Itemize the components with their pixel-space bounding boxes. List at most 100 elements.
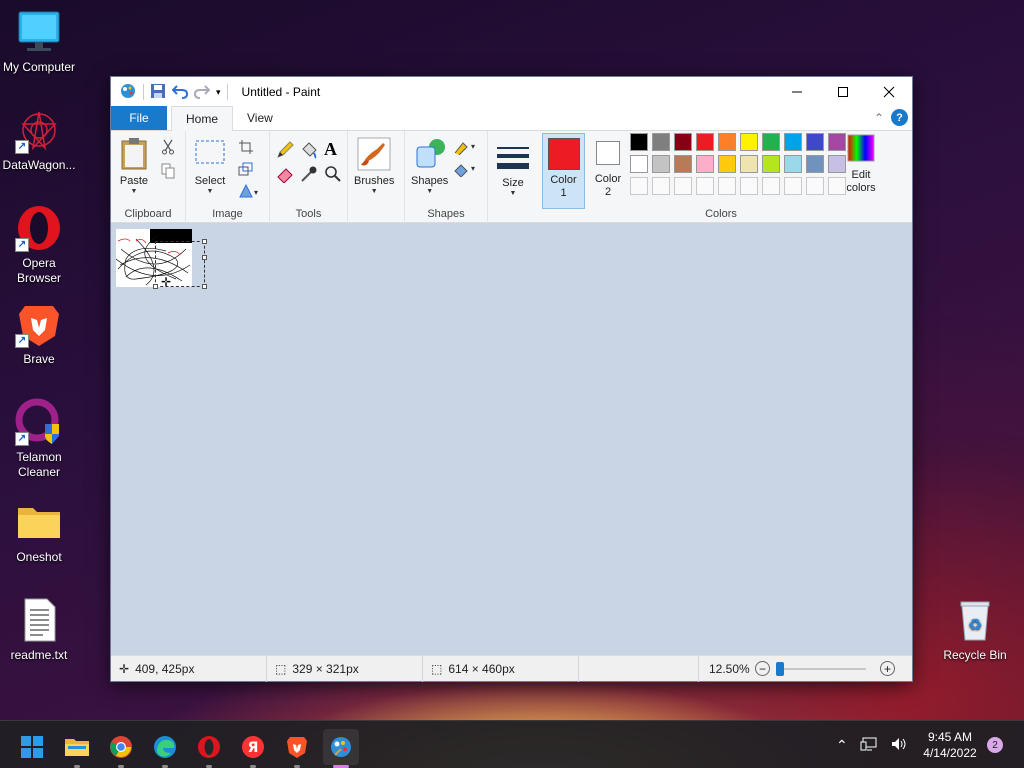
brushes-button[interactable]: Brushes ▼ [354, 137, 394, 196]
color2-button[interactable]: Color 2 [588, 133, 628, 209]
zoom-out-button[interactable]: − [755, 661, 770, 676]
collapse-ribbon-icon[interactable]: ⌃ [874, 111, 884, 125]
palette-swatch[interactable] [784, 155, 802, 173]
desktop-icon-telamon-cleaner[interactable]: ↗ Telamon Cleaner [0, 398, 78, 480]
shortcut-arrow-icon: ↗ [15, 334, 29, 348]
palette-swatch[interactable] [718, 133, 736, 151]
palette-swatch[interactable] [784, 133, 802, 151]
palette-swatch[interactable] [806, 133, 824, 151]
cursor-position-text: 409, 425px [135, 661, 195, 676]
shapes-button[interactable]: Shapes ▼ [411, 137, 448, 196]
palette-swatch[interactable] [674, 155, 692, 173]
fill-icon[interactable]: ▾ [453, 161, 479, 180]
zoom-slider-thumb[interactable] [776, 661, 784, 676]
taskbar-chrome[interactable] [103, 729, 139, 768]
palette-swatch[interactable] [630, 133, 648, 151]
palette-swatch[interactable] [696, 133, 714, 151]
taskbar-yandex[interactable]: Я [235, 729, 271, 768]
taskbar-brave[interactable] [279, 729, 315, 768]
palette-swatch[interactable] [696, 155, 714, 173]
desktop-icon-opera[interactable]: ↗ Opera Browser [0, 204, 78, 286]
palette-custom-slot[interactable] [630, 177, 648, 195]
palette-swatch[interactable] [806, 155, 824, 173]
start-button[interactable] [14, 729, 50, 765]
size-button[interactable]: Size ▼ [496, 145, 530, 198]
edit-colors-line1: Edit [851, 169, 871, 181]
show-hidden-icons-chevron-icon[interactable]: ⌃ [836, 737, 848, 754]
pencil-icon[interactable] [276, 141, 294, 162]
maximize-button[interactable] [820, 77, 866, 107]
cut-icon[interactable] [161, 139, 175, 158]
palette-swatch[interactable] [740, 133, 758, 151]
copy-icon[interactable] [161, 163, 175, 182]
redo-icon[interactable] [193, 83, 211, 102]
palette-swatch[interactable] [652, 155, 670, 173]
palette-custom-slot[interactable] [674, 177, 692, 195]
desktop-icon-my-computer[interactable]: My Computer [0, 8, 78, 75]
palette-swatch[interactable] [762, 155, 780, 173]
tab-home[interactable]: Home [171, 106, 234, 131]
magnifier-icon[interactable] [324, 165, 342, 186]
desktop-icon-label: Telamon Cleaner [16, 450, 62, 479]
color-picker-icon[interactable] [300, 165, 318, 186]
palette-swatch[interactable] [740, 155, 758, 173]
desktop-icon-recycle-bin[interactable]: ♻ Recycle Bin [936, 596, 1014, 663]
crop-icon[interactable] [238, 139, 254, 158]
canvas-area[interactable]: ✛ [111, 223, 912, 655]
fill-bucket-icon[interactable] [300, 141, 318, 162]
text-tool-icon[interactable]: A [324, 139, 337, 160]
undo-icon[interactable] [171, 83, 189, 102]
help-icon[interactable]: ? [891, 109, 908, 126]
palette-swatch[interactable] [828, 155, 846, 173]
paint-app-icon[interactable] [119, 82, 137, 103]
taskbar-opera[interactable] [191, 729, 227, 768]
tab-view[interactable]: View [233, 106, 287, 130]
save-icon[interactable] [150, 83, 166, 102]
palette-swatch[interactable] [674, 133, 692, 151]
resize-icon[interactable] [238, 161, 254, 180]
palette-swatch[interactable] [718, 155, 736, 173]
palette-custom-slot[interactable] [784, 177, 802, 195]
taskbar-paint[interactable] [323, 729, 359, 768]
desktop-icon-datawagon[interactable]: ↗ DataWagon... [0, 106, 78, 173]
desktop-icon-brave[interactable]: ↗ Brave [0, 300, 78, 367]
palette-swatch[interactable] [762, 133, 780, 151]
tab-file[interactable]: File [111, 106, 167, 130]
desktop-icon-oneshot[interactable]: Oneshot [0, 498, 78, 565]
zoom-slider[interactable] [776, 661, 866, 676]
zoom-in-button[interactable]: + [880, 661, 895, 676]
desktop-icon-readme[interactable]: readme.txt [0, 596, 78, 663]
palette-custom-slot[interactable] [718, 177, 736, 195]
customize-quick-access-icon[interactable]: ▾ [216, 87, 221, 98]
minimize-button[interactable] [774, 77, 820, 107]
palette-swatch[interactable] [630, 155, 648, 173]
select-button[interactable]: Select ▼ [194, 137, 226, 196]
palette-custom-slot[interactable] [806, 177, 824, 195]
canvas-resize-handle-corner[interactable] [202, 284, 207, 289]
windows-logo-icon [21, 736, 43, 758]
palette-custom-slot[interactable] [652, 177, 670, 195]
canvas-resize-handle-top[interactable] [202, 239, 207, 244]
rotate-icon[interactable]: ▾ [238, 183, 260, 202]
taskbar-edge[interactable] [147, 729, 183, 768]
outline-icon[interactable]: ▾ [453, 139, 479, 158]
palette-swatch[interactable] [828, 133, 846, 151]
palette-swatch[interactable] [652, 133, 670, 151]
clock[interactable]: 9:45 AM 4/14/2022 [918, 721, 982, 768]
taskbar-file-explorer[interactable] [59, 729, 95, 768]
palette-custom-slot[interactable] [740, 177, 758, 195]
palette-custom-slot[interactable] [696, 177, 714, 195]
palette-custom-slot[interactable] [762, 177, 780, 195]
canvas-resize-handle-bottom[interactable] [153, 284, 158, 289]
notification-center[interactable]: 2 [987, 721, 1003, 768]
palette-custom-slot[interactable] [828, 177, 846, 195]
network-icon[interactable] [860, 736, 878, 755]
color1-button[interactable]: Color 1 [542, 133, 585, 209]
canvas-resize-handle-right[interactable] [202, 255, 207, 260]
close-button[interactable] [866, 77, 912, 107]
title-bar[interactable]: ▾ Untitled - Paint [111, 77, 912, 107]
paste-button[interactable]: Paste ▼ [119, 137, 149, 196]
edit-colors-button[interactable]: Edit colors [846, 133, 876, 195]
volume-icon[interactable] [890, 736, 908, 755]
eraser-icon[interactable] [276, 165, 294, 186]
